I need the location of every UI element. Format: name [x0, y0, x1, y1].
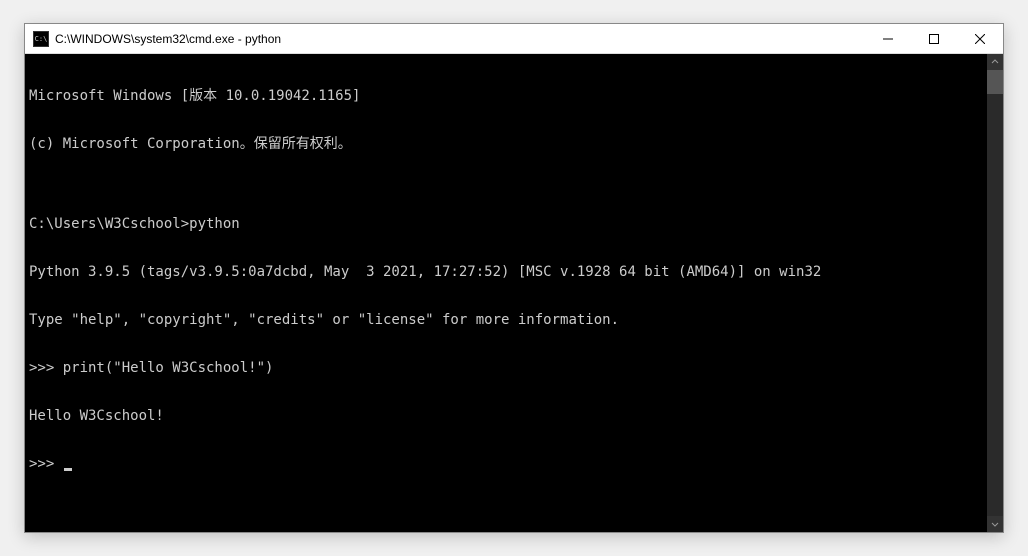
scroll-thumb[interactable] [987, 70, 1003, 94]
terminal-line: Microsoft Windows [版本 10.0.19042.1165] [29, 88, 983, 104]
terminal-line: C:\Users\W3Cschool>python [29, 216, 983, 232]
terminal-line: Python 3.9.5 (tags/v3.9.5:0a7dcbd, May 3… [29, 264, 983, 280]
window-controls [865, 24, 1003, 53]
chevron-up-icon [991, 58, 999, 66]
scroll-up-button[interactable] [987, 54, 1003, 70]
scroll-down-button[interactable] [987, 516, 1003, 532]
cmd-window: C:\ C:\WINDOWS\system32\cmd.exe - python… [24, 23, 1004, 533]
minimize-button[interactable] [865, 24, 911, 53]
terminal-prompt-line: >>> [29, 456, 983, 472]
terminal-line: (c) Microsoft Corporation。保留所有权利。 [29, 136, 983, 152]
minimize-icon [883, 34, 893, 44]
maximize-button[interactable] [911, 24, 957, 53]
cursor [64, 468, 72, 471]
chevron-down-icon [991, 520, 999, 528]
titlebar[interactable]: C:\ C:\WINDOWS\system32\cmd.exe - python [25, 24, 1003, 54]
terminal-line: Hello W3Cschool! [29, 408, 983, 424]
prompt: >>> [29, 456, 63, 472]
maximize-icon [929, 34, 939, 44]
terminal-line: >>> print("Hello W3Cschool!") [29, 360, 983, 376]
terminal-line: Type "help", "copyright", "credits" or "… [29, 312, 983, 328]
cmd-icon: C:\ [33, 31, 49, 47]
scrollbar[interactable] [987, 54, 1003, 532]
terminal-output[interactable]: Microsoft Windows [版本 10.0.19042.1165] (… [25, 54, 987, 532]
close-icon [975, 34, 985, 44]
terminal-area: Microsoft Windows [版本 10.0.19042.1165] (… [25, 54, 1003, 532]
window-title: C:\WINDOWS\system32\cmd.exe - python [55, 32, 865, 46]
close-button[interactable] [957, 24, 1003, 53]
